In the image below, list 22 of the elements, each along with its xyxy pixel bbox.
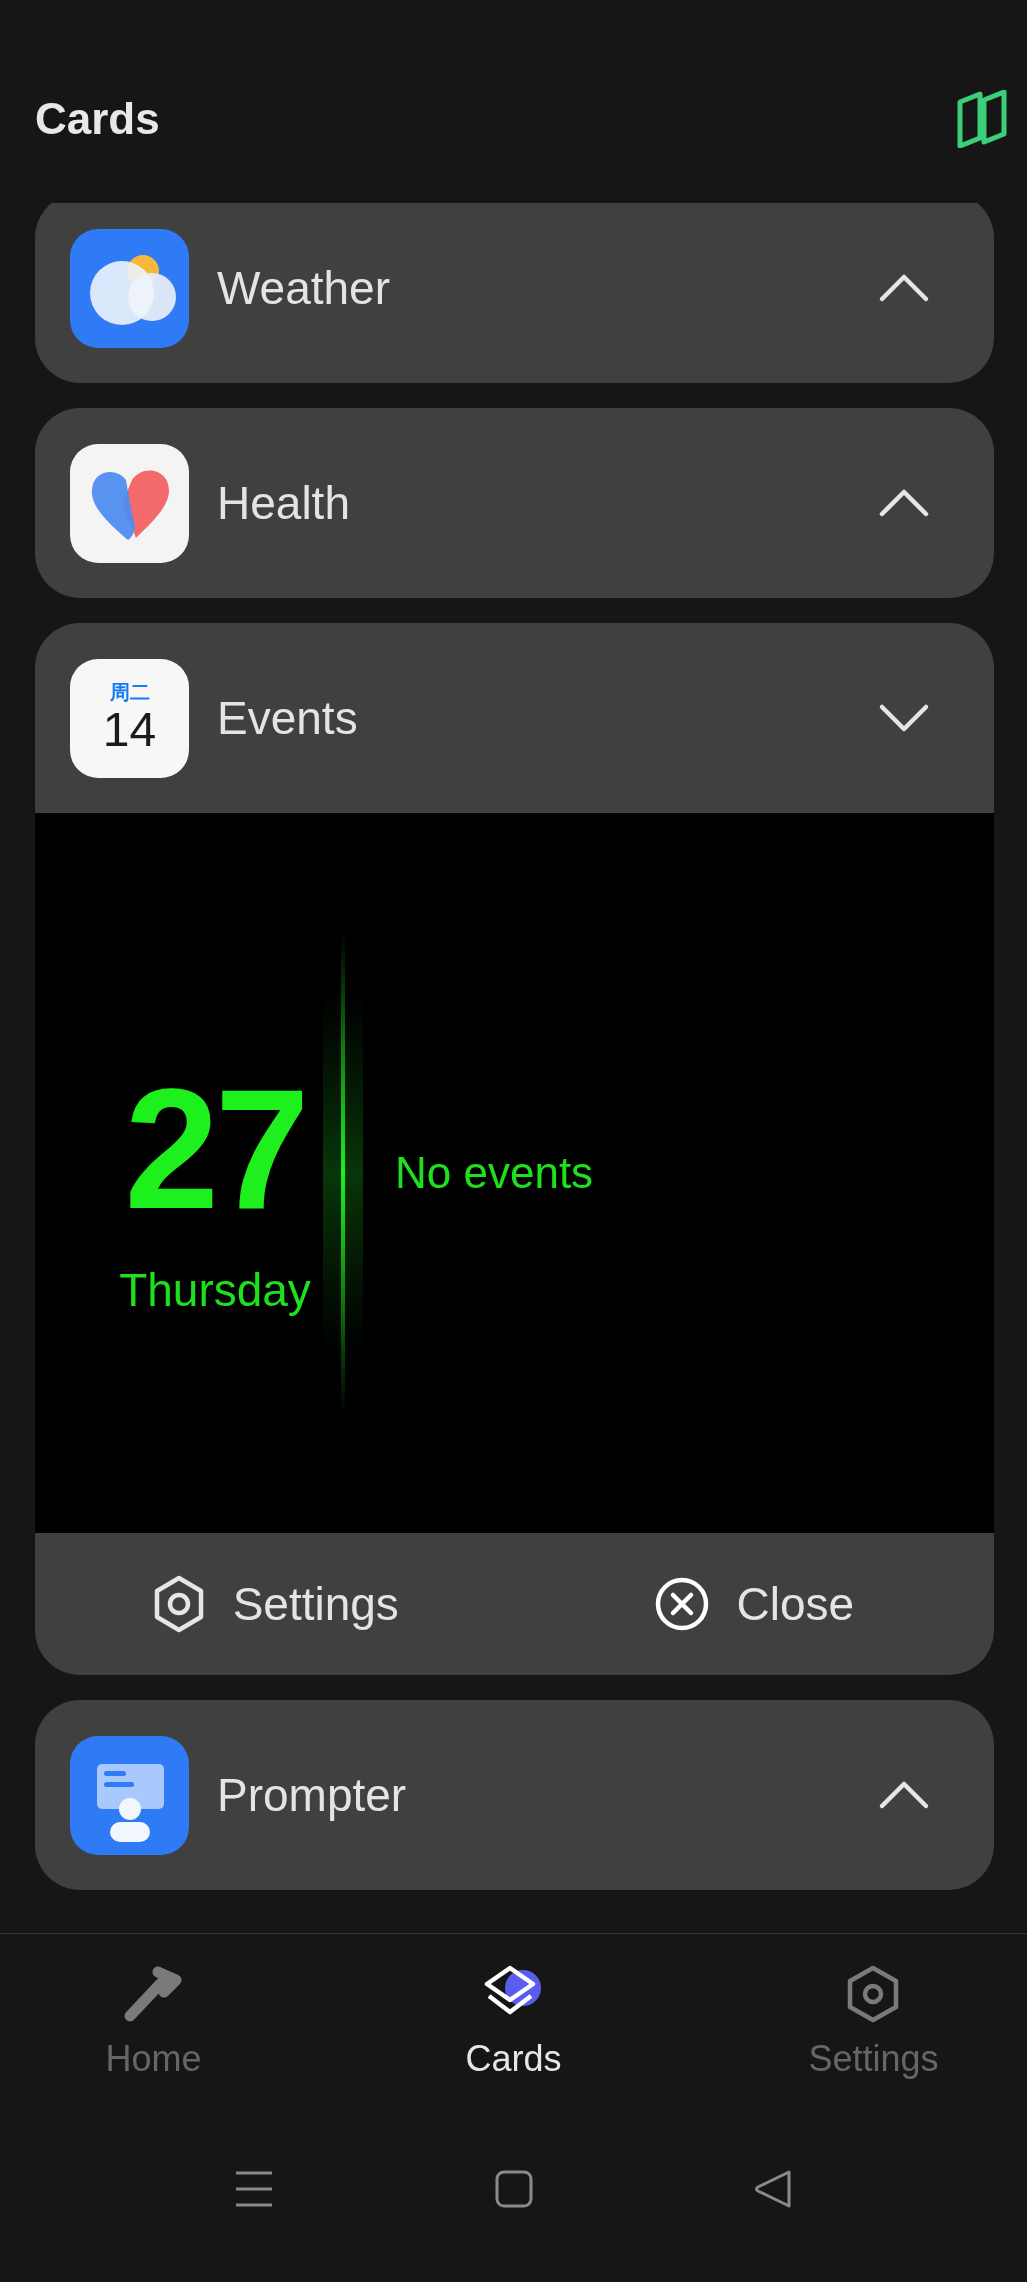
no-events-text: No events: [395, 1148, 594, 1198]
weekday-text: Thursday: [119, 1263, 311, 1317]
nav-tab[interactable]: Cards: [465, 1964, 562, 2080]
heart-app-icon: [70, 443, 189, 563]
prompter-app-icon: [70, 1735, 189, 1855]
menu-icon[interactable]: [233, 2169, 274, 2209]
card-title: Prompter: [217, 1768, 408, 1822]
day-number: 14: [102, 704, 157, 756]
close-button[interactable]: Close: [514, 1533, 994, 1675]
folded-map-icon[interactable]: [956, 89, 1008, 148]
weather-app-icon: [70, 228, 189, 348]
home-icon[interactable]: [493, 2169, 534, 2209]
page-title: Cards: [35, 93, 160, 144]
date-number: 27: [124, 1069, 306, 1229]
settings-button[interactable]: Settings: [35, 1533, 515, 1675]
weekday-label: 周二: [109, 680, 150, 704]
pen-icon: [123, 1964, 184, 2024]
card-title: Weather: [217, 261, 392, 315]
close-icon: [654, 1576, 711, 1632]
card-title: Events: [217, 691, 359, 745]
back-icon[interactable]: [753, 2169, 794, 2209]
card-title: Health: [217, 476, 351, 530]
